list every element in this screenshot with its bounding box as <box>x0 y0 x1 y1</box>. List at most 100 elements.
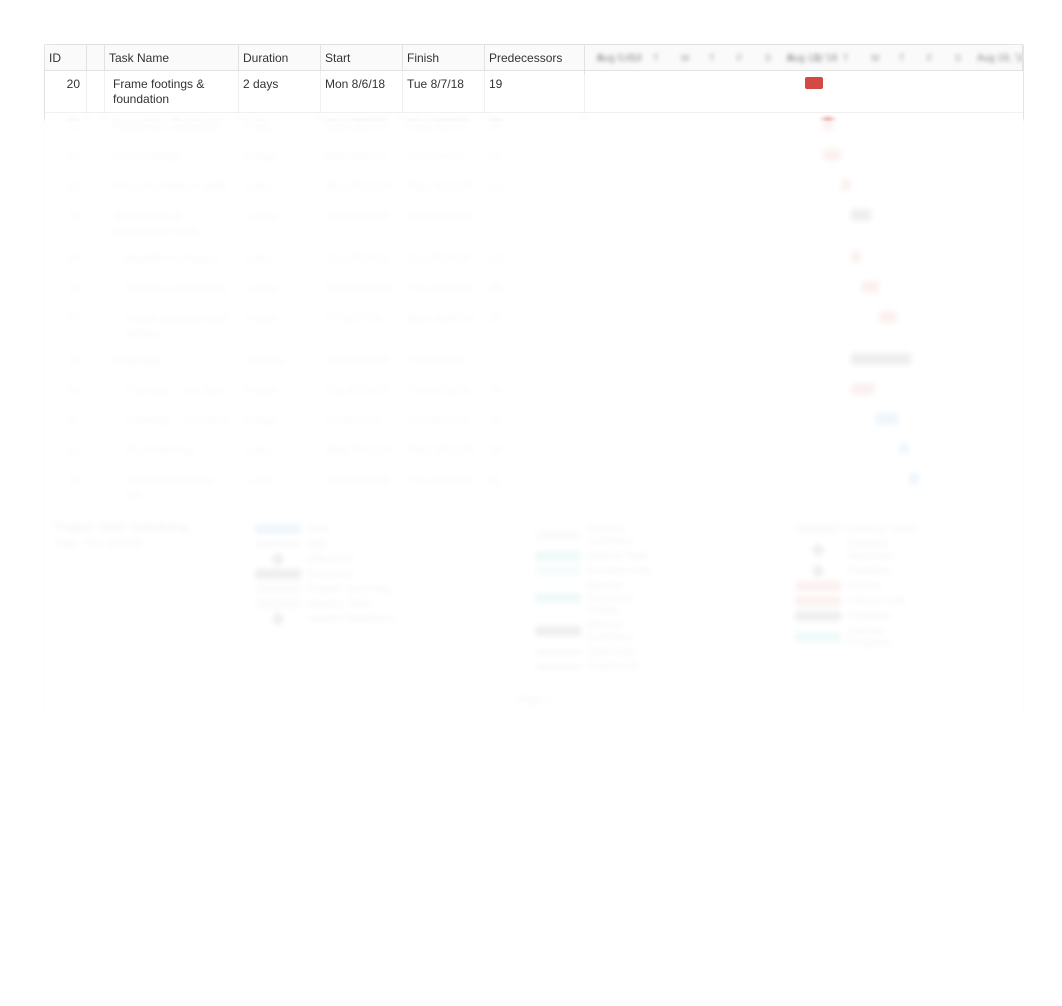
col-task-name: Task Name <box>105 45 239 71</box>
task-predecessors: 25 <box>485 275 585 305</box>
task-indicator <box>87 407 105 437</box>
task-start: Mon 8/13/18 <box>321 173 403 203</box>
task-gantt-cell <box>585 437 1023 467</box>
task-start: Fri 8/17/18 <box>321 305 403 347</box>
task-start: Thu 8/23/18 <box>321 467 403 509</box>
task-duration: 2 days <box>239 305 321 347</box>
legend-swatch <box>255 614 301 624</box>
timeline-day-label: M <box>815 53 823 63</box>
task-name-text: Install sheathing / felt <box>109 473 234 503</box>
task-gantt-cell <box>585 203 1023 245</box>
legend-label: Inactive Task <box>307 598 370 610</box>
task-indicator <box>87 203 105 245</box>
task-predecessors: 19 <box>485 71 585 113</box>
legend-row: Summary <box>255 568 397 580</box>
gantt-bar <box>841 179 851 191</box>
timeline-day-label: S <box>597 53 603 63</box>
legend-label: Manual Summary <box>587 619 667 643</box>
legend-row: Progress <box>795 610 927 622</box>
task-gantt-cell <box>585 407 1023 437</box>
task-start: Tue 8/14/18 <box>321 245 403 275</box>
task-name: Rough-in plumbing <box>105 275 239 305</box>
legend-label: Start-only <box>587 646 634 658</box>
legend-row: Project Summary <box>255 583 397 595</box>
task-start: Wed 8/8/18 <box>321 113 403 143</box>
legend-swatch <box>795 524 841 534</box>
legend-label: Split <box>307 538 328 550</box>
task-id: 25 <box>45 245 87 275</box>
legend-row: Deadline <box>795 565 927 577</box>
task-gantt-cell <box>585 173 1023 203</box>
task-finish: Mon 8/20/18 <box>403 305 485 347</box>
timeline-day-label: W <box>871 53 880 63</box>
page-number: Page 2 <box>45 688 1023 716</box>
legend-row: Inactive Task <box>255 598 397 610</box>
task-predecessors: 22 <box>485 173 585 203</box>
legend-col-4: External Tasks External Milestone Deadline… <box>791 518 931 678</box>
task-duration: 13 days <box>239 347 321 377</box>
legend-row: Manual Summary Rollup <box>535 580 667 616</box>
project-sheet: ID Task Name Duration Start Finish Prede… <box>44 44 1024 717</box>
task-duration: 2 days <box>239 71 321 113</box>
task-name-text: Roof framing <box>109 443 234 458</box>
task-finish: Wed 8/15/18 <box>403 203 485 245</box>
task-predecessors: 21 <box>485 143 585 173</box>
legend-label: Deadline <box>847 565 890 577</box>
task-duration: 2 days <box>239 143 321 173</box>
timeline-day-label: T <box>843 53 849 63</box>
legend-label: Milestone <box>307 553 354 565</box>
task-start: Wed 8/22/18 <box>321 437 403 467</box>
legend-project-name: ORG Scheduling <box>99 520 189 534</box>
legend-label: Duration-only <box>587 565 652 577</box>
task-duration: 1 day <box>239 467 321 509</box>
timeline-day-label: M <box>625 53 633 63</box>
task-finish: Fri 8/31/18 <box>403 347 485 377</box>
task-indicator <box>87 347 105 377</box>
legend-row: Milestone <box>255 553 397 565</box>
col-start: Start <box>321 45 403 71</box>
task-duration: 3 days <box>239 407 321 437</box>
legend-row: External Milestone <box>795 538 927 562</box>
legend-label: Summary <box>307 568 354 580</box>
task-indicator <box>87 113 105 143</box>
task-gantt-cell <box>585 377 1023 407</box>
legend-swatch <box>795 596 841 606</box>
legend-label: Finish-only <box>587 661 640 673</box>
legend-row: Inactive Milestone <box>255 613 397 625</box>
timeline-day-label: F <box>737 53 743 63</box>
task-name: Strip forms & waterproof walls <box>105 203 239 245</box>
task-finish: Fri 8/10/18 <box>403 143 485 173</box>
task-start: Fri 8/17/18 <box>321 407 403 437</box>
task-predecessors: 29 <box>485 407 585 437</box>
task-name-text: Framing – 1st floor <box>109 383 234 398</box>
legend-label: Manual Progress <box>847 625 927 649</box>
timeline-month-label: Aug 5, '18 <box>597 53 642 64</box>
timeline-month-label: Aug 12, '18 <box>787 53 837 64</box>
legend-date-value: Thu 3/21/19 <box>84 538 143 550</box>
gantt-bar <box>851 383 875 395</box>
legend-label: Inactive Summary <box>587 523 667 547</box>
legend-swatch <box>255 569 301 579</box>
timeline-day-label: S <box>787 53 793 63</box>
legend-swatch <box>255 554 301 564</box>
legend-swatch <box>535 666 581 668</box>
legend-col-2: TaskSplitMilestoneSummaryProject Summary… <box>251 518 401 678</box>
task-id: 30 <box>45 407 87 437</box>
timeline-day-label: T <box>899 53 905 63</box>
gantt-bar <box>823 119 833 131</box>
task-indicator <box>87 245 105 275</box>
task-start: Tue 8/14/18 <box>321 347 403 377</box>
task-duration: 1 day <box>239 173 321 203</box>
gantt-bar <box>909 473 919 485</box>
task-gantt-cell <box>585 467 1023 509</box>
task-duration: 2 days <box>239 275 321 305</box>
task-predecessors: 23 <box>485 245 585 275</box>
task-name: Pour footings <box>105 143 239 173</box>
task-duration: 1 day <box>239 437 321 467</box>
legend-label: Progress <box>847 610 891 622</box>
legend-label: External Tasks <box>847 523 918 535</box>
task-indicator <box>87 377 105 407</box>
legend-label: Inactive Milestone <box>307 613 395 625</box>
gantt-bar <box>823 149 841 161</box>
task-id: 29 <box>45 377 87 407</box>
